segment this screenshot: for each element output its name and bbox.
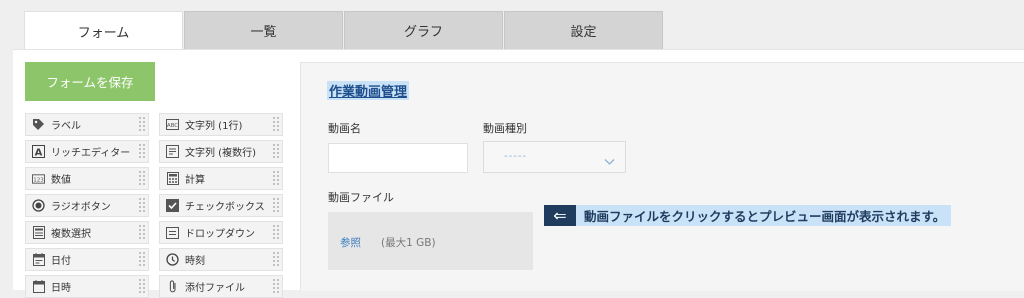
- checkbox-icon: [166, 199, 179, 212]
- multiline-text-icon: [166, 145, 179, 158]
- rich-editor-icon: A: [32, 145, 45, 158]
- palette-item-dropdown[interactable]: ドロップダウン: [159, 221, 283, 244]
- video-file-label: 動画ファイル: [328, 191, 394, 204]
- clock-icon: [166, 253, 179, 266]
- video-type-label: 動画種別: [483, 122, 527, 135]
- svg-text:123: 123: [33, 177, 44, 183]
- calendar-icon: [32, 253, 45, 266]
- paperclip-icon: [166, 280, 179, 293]
- palette-item-attachment[interactable]: 添付ファイル: [159, 275, 283, 298]
- drag-handle-icon[interactable]: [272, 170, 280, 187]
- drag-handle-icon[interactable]: [272, 116, 280, 133]
- drag-handle-icon[interactable]: [138, 143, 146, 160]
- palette-item-text-single[interactable]: ABC 文字列 (1行): [159, 113, 283, 136]
- tab-settings[interactable]: 設定: [504, 11, 663, 49]
- form-title[interactable]: 作業動画管理: [327, 81, 410, 100]
- palette-item-date[interactable]: 日付: [25, 248, 149, 271]
- drag-handle-icon[interactable]: [272, 224, 280, 241]
- callout-message: 動画ファイルをクリックするとプレビュー画面が表示されます。: [576, 205, 952, 226]
- drag-handle-icon[interactable]: [272, 278, 280, 295]
- drag-handle-icon[interactable]: [138, 251, 146, 268]
- palette-item-radio[interactable]: ラジオボタン: [25, 194, 149, 217]
- calculator-icon: [166, 172, 179, 185]
- left-arrow-icon: ⇐: [544, 205, 576, 226]
- drag-handle-icon[interactable]: [272, 143, 280, 160]
- video-name-label: 動画名: [328, 122, 361, 135]
- palette-item-calculation[interactable]: 計算: [159, 167, 283, 190]
- drag-handle-icon[interactable]: [138, 224, 146, 241]
- save-form-button[interactable]: フォームを保存: [25, 62, 155, 101]
- palette-item-number[interactable]: 123 数値: [25, 167, 149, 190]
- drag-handle-icon[interactable]: [138, 116, 146, 133]
- drag-handle-icon[interactable]: [138, 278, 146, 295]
- drag-handle-icon[interactable]: [138, 197, 146, 214]
- max-size-note: (最大1 GB): [381, 237, 436, 249]
- palette-item-datetime[interactable]: 日時: [25, 275, 149, 298]
- datetime-icon: [32, 280, 45, 293]
- form-canvas: 作業動画管理 動画名 動画種別 ----- 動画ファイル 参照 (最大1 GB): [300, 62, 1024, 291]
- abc-text-icon: ABC: [166, 118, 179, 131]
- form-editor-panel: フォームを保存 ラベル ABC 文字列 (1行) A リッチエディター 文字列 …: [13, 49, 1024, 298]
- multi-select-icon: [32, 226, 45, 239]
- palette-item-text-multi[interactable]: 文字列 (複数行): [159, 140, 283, 163]
- palette-item-rich-editor[interactable]: A リッチエディター: [25, 140, 149, 163]
- browse-link[interactable]: 参照: [340, 235, 361, 250]
- number-icon: 123: [32, 172, 45, 185]
- video-name-input[interactable]: [328, 143, 468, 173]
- svg-text:A: A: [35, 148, 43, 159]
- tab-graph[interactable]: グラフ: [344, 11, 503, 49]
- video-type-value: -----: [504, 151, 528, 162]
- drag-handle-icon[interactable]: [138, 170, 146, 187]
- chevron-down-icon: [604, 151, 615, 170]
- palette-item-multi-select[interactable]: 複数選択: [25, 221, 149, 244]
- instruction-callout: ⇐ 動画ファイルをクリックするとプレビュー画面が表示されます。: [544, 205, 952, 226]
- tab-bar: フォーム 一覧 グラフ 設定: [24, 11, 664, 50]
- video-file-upload[interactable]: 参照 (最大1 GB): [328, 212, 533, 270]
- video-type-select[interactable]: -----: [483, 141, 626, 173]
- palette-item-time[interactable]: 時刻: [159, 248, 283, 271]
- dropdown-icon: [166, 226, 179, 239]
- tag-icon: [32, 118, 45, 131]
- drag-handle-icon[interactable]: [272, 251, 280, 268]
- tab-list[interactable]: 一覧: [184, 11, 343, 49]
- palette-item-checkbox[interactable]: チェックボックス: [159, 194, 283, 217]
- svg-text:ABC: ABC: [167, 123, 178, 129]
- palette-item-label[interactable]: ラベル: [25, 113, 149, 136]
- tab-form[interactable]: フォーム: [24, 11, 183, 50]
- radio-icon: [32, 199, 45, 212]
- drag-handle-icon[interactable]: [272, 197, 280, 214]
